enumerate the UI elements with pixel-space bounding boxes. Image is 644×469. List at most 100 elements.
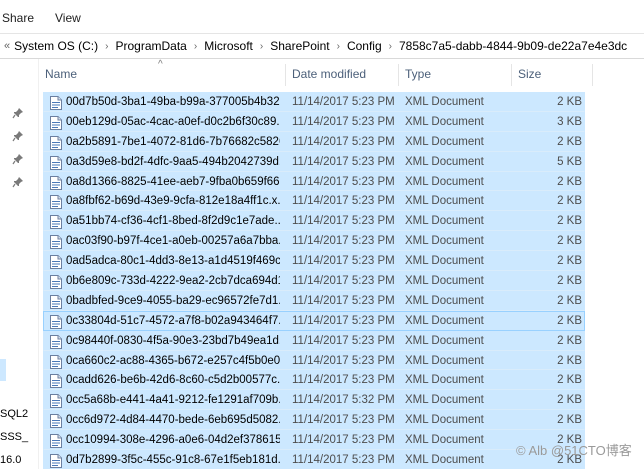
- file-size: 2 KB: [557, 374, 582, 387]
- file-type: XML Document: [405, 175, 484, 188]
- xml-document-icon: [50, 374, 62, 389]
- table-row[interactable]: 0a3d59e8-bd2f-4dfc-9aa5-494b2042739d....…: [43, 151, 585, 172]
- chevron-right-icon[interactable]: ›: [260, 41, 263, 52]
- breadcrumb-item[interactable]: ProgramData: [115, 39, 186, 53]
- breadcrumb-item[interactable]: 7858c7a5-dabb-4844-9b09-de22a7e4e3dc: [399, 39, 627, 53]
- file-date-modified: 11/14/2017 5:23 PM: [292, 235, 395, 248]
- xml-document-icon: [50, 434, 62, 449]
- file-size: 2 KB: [557, 314, 582, 327]
- table-row[interactable]: 0cc6d972-4d84-4470-bede-6eb695d5082.... 1…: [43, 410, 585, 431]
- file-name: 0ad5adca-80c1-4dd3-8e13-a1d4519f469c....: [66, 255, 280, 268]
- table-row[interactable]: 0cc5a68b-e441-4a41-9212-fe1291af709b....…: [43, 390, 585, 411]
- chevron-right-icon[interactable]: ›: [194, 41, 197, 52]
- file-type: XML Document: [405, 255, 484, 268]
- file-size: 2 KB: [557, 255, 582, 268]
- file-date-modified: 11/14/2017 5:23 PM: [292, 195, 395, 208]
- table-row[interactable]: 0c98440f-0830-4f5a-90e3-23bd7b49ea1d....…: [43, 330, 585, 351]
- column-header-date[interactable]: Date modified: [286, 60, 398, 88]
- chevron-double-left-icon[interactable]: «: [4, 40, 10, 52]
- table-row[interactable]: 0a8d1366-8825-41ee-aeb7-9fba0b659f66....…: [43, 171, 585, 192]
- file-date-modified: 11/14/2017 5:23 PM: [292, 275, 395, 288]
- file-type: XML Document: [405, 115, 484, 128]
- file-size: 2 KB: [557, 294, 582, 307]
- table-row[interactable]: 0a8fbf62-b69d-43e9-9cfa-812e18a4ff1c.x..…: [43, 191, 585, 212]
- column-header-type[interactable]: Type: [399, 60, 511, 88]
- nav-item[interactable]: SQL2: [0, 408, 28, 420]
- file-date-modified: 11/14/2017 5:23 PM: [292, 255, 395, 268]
- file-date-modified: 11/14/2017 5:32 PM: [292, 394, 395, 407]
- table-row[interactable]: 0cadd626-be6b-42d6-8c60-c5d2b00577c.... 1…: [43, 370, 585, 391]
- nav-item[interactable]: 16.0: [0, 454, 21, 466]
- file-size: 2 KB: [557, 334, 582, 347]
- file-size: 2 KB: [557, 275, 582, 288]
- ribbon-tab-share[interactable]: Share: [2, 11, 34, 25]
- file-size: 2 KB: [557, 414, 582, 427]
- table-row[interactable]: 00d7b50d-3ba1-49ba-b99a-377005b4b32... 11…: [43, 92, 585, 112]
- xml-document-icon: [50, 394, 62, 409]
- pin-icon[interactable]: [12, 130, 24, 142]
- chevron-right-icon[interactable]: ›: [337, 41, 340, 52]
- file-name: 0b6e809c-733d-4222-9ea2-2cb7dca694d1....: [66, 275, 280, 288]
- file-type: XML Document: [405, 394, 484, 407]
- table-row[interactable]: 0ac03f90-b97f-4ce1-a0eb-00257a6a7bba....…: [43, 231, 585, 252]
- file-name: 0badbfed-9ce9-4055-ba29-ec96572fe7d1....: [66, 294, 280, 307]
- file-name: 0cc5a68b-e441-4a41-9212-fe1291af709b....: [66, 394, 280, 407]
- file-date-modified: 11/14/2017 5:23 PM: [292, 314, 395, 327]
- address-bar[interactable]: « System OS (C:) › ProgramData › Microso…: [0, 34, 644, 59]
- pin-icon[interactable]: [12, 107, 24, 119]
- table-row[interactable]: 0ca660c2-ac88-4365-b672-e257c4f5b0e0....…: [43, 350, 585, 371]
- table-row[interactable]: 0a51bb74-cf36-4cf1-8bed-8f2d9c1e7ade....…: [43, 211, 585, 232]
- breadcrumb: « System OS (C:) › ProgramData › Microso…: [4, 38, 627, 54]
- table-row[interactable]: 0c33804d-51c7-4572-a7f8-b02a943464f7....…: [43, 310, 585, 331]
- file-name: 0a51bb74-cf36-4cf1-8bed-8f2d9c1e7ade....: [66, 215, 280, 228]
- file-date-modified: 11/14/2017 5:23 PM: [292, 155, 395, 168]
- navigation-pane: SQL2 SSS_ 16.0: [0, 59, 39, 469]
- table-row[interactable]: 0a2b5891-7be1-4072-81d6-7b76682c5826... 1…: [43, 131, 585, 152]
- file-type: XML Document: [405, 354, 484, 367]
- watermark: © Alb @51CTO博客: [516, 443, 632, 458]
- file-size: 2 KB: [557, 135, 582, 148]
- file-type: XML Document: [405, 414, 484, 427]
- xml-document-icon: [50, 314, 62, 329]
- file-name: 0c98440f-0830-4f5a-90e3-23bd7b49ea1d....: [66, 334, 280, 347]
- breadcrumb-item[interactable]: SharePoint: [270, 39, 329, 53]
- file-type: XML Document: [405, 275, 484, 288]
- list-empty-area: [585, 92, 644, 469]
- nav-item[interactable]: SSS_: [0, 431, 28, 443]
- column-header-row: ^ Name Date modified Type Size: [39, 60, 644, 88]
- table-row[interactable]: 00eb129d-05ac-4cac-a0ef-d0c2b6f30c89....…: [43, 111, 585, 132]
- column-header-size[interactable]: Size: [512, 60, 592, 88]
- column-header-name[interactable]: Name: [39, 60, 285, 88]
- file-date-modified: 11/14/2017 5:23 PM: [292, 374, 395, 387]
- xml-document-icon: [50, 275, 62, 290]
- breadcrumb-item[interactable]: Config: [347, 39, 382, 53]
- file-name: 0ca660c2-ac88-4365-b672-e257c4f5b0e0....: [66, 354, 280, 367]
- table-row[interactable]: 0cc10994-308e-4296-a0e6-04d2ef378615....…: [43, 430, 585, 451]
- breadcrumb-item[interactable]: Microsoft: [204, 39, 253, 53]
- file-type: XML Document: [405, 235, 484, 248]
- xml-document-icon: [50, 334, 62, 349]
- table-row[interactable]: 0d7b2899-3f5c-455c-91c8-67e1f5eb181d....…: [43, 450, 585, 469]
- column-divider[interactable]: [592, 64, 593, 86]
- xml-document-icon: [50, 155, 62, 170]
- file-name: 0cadd626-be6b-42d6-8c60-c5d2b00577c....: [66, 374, 280, 387]
- xml-document-icon: [50, 414, 62, 429]
- pin-icon[interactable]: [12, 176, 24, 188]
- file-date-modified: 11/14/2017 5:23 PM: [292, 96, 395, 108]
- table-row[interactable]: 0b6e809c-733d-4222-9ea2-2cb7dca694d1....…: [43, 271, 585, 291]
- file-date-modified: 11/14/2017 5:23 PM: [292, 175, 395, 188]
- file-date-modified: 11/14/2017 5:23 PM: [292, 294, 395, 307]
- table-row[interactable]: 0badbfed-9ce9-4055-ba29-ec96572fe7d1....…: [43, 290, 585, 311]
- chevron-right-icon[interactable]: ›: [105, 41, 108, 52]
- file-name: 0a2b5891-7be1-4072-81d6-7b76682c5826...: [66, 135, 280, 148]
- file-size: 2 KB: [557, 195, 582, 208]
- file-date-modified: 11/14/2017 5:23 PM: [292, 115, 395, 128]
- file-type: XML Document: [405, 215, 484, 228]
- pin-icon[interactable]: [12, 153, 24, 165]
- file-type: XML Document: [405, 96, 484, 108]
- chevron-right-icon[interactable]: ›: [389, 41, 392, 52]
- table-row[interactable]: 0ad5adca-80c1-4dd3-8e13-a1d4519f469c....…: [43, 251, 585, 272]
- file-name: 00eb129d-05ac-4cac-a0ef-d0c2b6f30c89....: [66, 115, 280, 128]
- breadcrumb-item[interactable]: System OS (C:): [14, 39, 98, 53]
- ribbon-tab-view[interactable]: View: [55, 11, 81, 25]
